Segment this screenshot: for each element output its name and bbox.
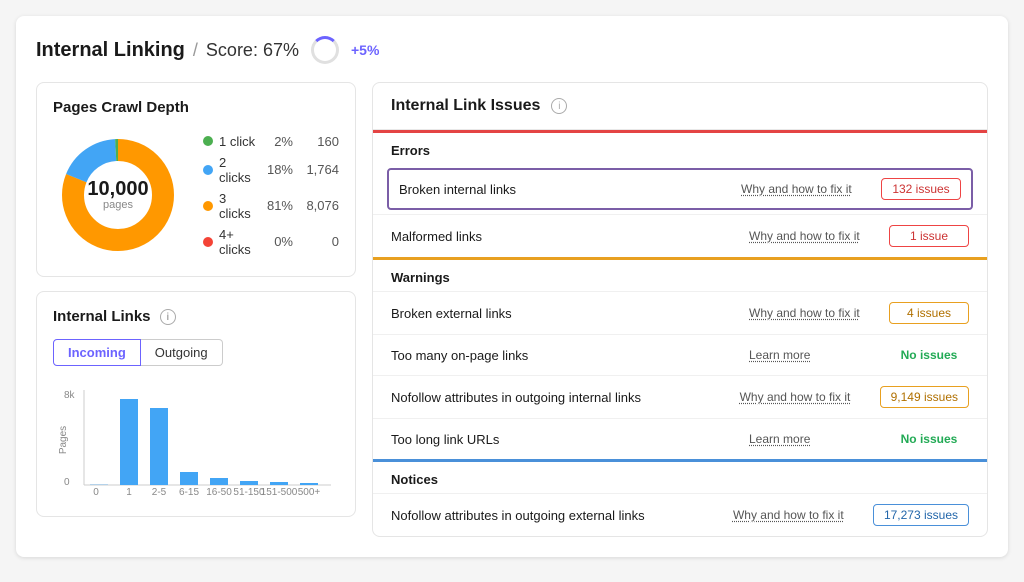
issues-header: Internal Link Issues i bbox=[373, 83, 987, 130]
crawl-depth-title: Pages Crawl Depth bbox=[53, 99, 339, 116]
donut-legend: 1 click 2% 160 2 clicks 18% 1,764 3 clic… bbox=[203, 134, 339, 257]
broken-internal-links-badge: 132 issues bbox=[881, 178, 961, 200]
malformed-links-name: Malformed links bbox=[391, 229, 739, 244]
legend-pct: 2% bbox=[263, 134, 293, 149]
too-many-links-row[interactable]: Too many on-page links Learn more No iss… bbox=[373, 334, 987, 375]
too-long-urls-row[interactable]: Too long link URLs Learn more No issues bbox=[373, 418, 987, 459]
legend-item: 2 clicks 18% 1,764 bbox=[203, 155, 339, 185]
svg-text:500+: 500+ bbox=[298, 487, 321, 498]
broken-external-links-link[interactable]: Why and how to fix it bbox=[749, 306, 879, 320]
notices-label: Notices bbox=[373, 462, 987, 493]
issues-info-icon: i bbox=[551, 98, 567, 114]
legend-pct: 18% bbox=[263, 162, 293, 177]
legend-dot bbox=[203, 237, 213, 247]
broken-internal-links-link[interactable]: Why and how to fix it bbox=[741, 182, 871, 196]
broken-internal-links-name: Broken internal links bbox=[399, 182, 731, 197]
internal-links-title: Internal Links i bbox=[53, 308, 339, 325]
nofollow-external-link[interactable]: Why and how to fix it bbox=[733, 508, 863, 522]
legend-pct: 81% bbox=[263, 198, 293, 213]
svg-text:8k: 8k bbox=[64, 390, 76, 401]
bar-chart-svg: 8k 0 bbox=[53, 380, 339, 500]
donut-total: 10,000 bbox=[87, 179, 148, 199]
legend-item: 3 clicks 81% 8,076 bbox=[203, 191, 339, 221]
svg-text:2-5: 2-5 bbox=[152, 487, 167, 498]
errors-label: Errors bbox=[373, 133, 987, 164]
legend-label: 2 clicks bbox=[219, 155, 257, 185]
tabs: Incoming Outgoing bbox=[53, 339, 339, 366]
tab-incoming[interactable]: Incoming bbox=[53, 339, 141, 366]
legend-dot bbox=[203, 201, 213, 211]
broken-internal-links-row[interactable]: Broken internal links Why and how to fix… bbox=[387, 168, 973, 210]
score-delta: +5% bbox=[351, 42, 379, 58]
svg-text:0: 0 bbox=[93, 487, 99, 498]
donut-label: pages bbox=[87, 199, 148, 211]
score-circle-icon bbox=[311, 36, 339, 64]
issues-panel: Internal Link Issues i Errors Broken int… bbox=[372, 82, 988, 537]
svg-text:Pages: Pages bbox=[58, 426, 69, 454]
too-many-links-link[interactable]: Learn more bbox=[749, 348, 879, 362]
warnings-label: Warnings bbox=[373, 260, 987, 291]
svg-text:0: 0 bbox=[64, 477, 70, 488]
donut-section: 10,000 pages 1 click 2% 160 2 clicks 18%… bbox=[53, 130, 339, 260]
issues-card: Internal Link Issues i Errors Broken int… bbox=[372, 82, 988, 537]
donut-chart: 10,000 pages bbox=[53, 130, 183, 260]
legend-count: 0 bbox=[299, 234, 339, 249]
internal-links-card: Internal Links i Incoming Outgoing 8k 0 bbox=[36, 291, 356, 517]
too-many-links-badge: No issues bbox=[889, 345, 969, 365]
score-label: Score: 67% bbox=[206, 40, 299, 61]
nofollow-external-badge: 17,273 issues bbox=[873, 504, 969, 526]
donut-center: 10,000 pages bbox=[87, 179, 148, 211]
broken-external-links-name: Broken external links bbox=[391, 306, 739, 321]
bar-chart: 8k 0 bbox=[53, 380, 339, 500]
legend-pct: 0% bbox=[263, 234, 293, 249]
nofollow-outgoing-name: Nofollow attributes in outgoing internal… bbox=[391, 390, 730, 405]
info-icon: i bbox=[160, 309, 176, 325]
too-many-links-name: Too many on-page links bbox=[391, 348, 739, 363]
legend-dot bbox=[203, 165, 213, 175]
too-long-urls-link[interactable]: Learn more bbox=[749, 432, 879, 446]
nofollow-outgoing-row[interactable]: Nofollow attributes in outgoing internal… bbox=[373, 375, 987, 418]
legend-count: 8,076 bbox=[299, 198, 339, 213]
legend-item: 4+ clicks 0% 0 bbox=[203, 227, 339, 257]
crawl-depth-card: Pages Crawl Depth bbox=[36, 82, 356, 277]
page-title: Internal Linking bbox=[36, 39, 185, 62]
nofollow-outgoing-link[interactable]: Why and how to fix it bbox=[740, 390, 870, 404]
too-long-urls-name: Too long link URLs bbox=[391, 432, 739, 447]
nofollow-external-row[interactable]: Nofollow attributes in outgoing external… bbox=[373, 493, 987, 536]
tab-outgoing[interactable]: Outgoing bbox=[141, 339, 223, 366]
legend-dot bbox=[203, 136, 213, 146]
legend-label: 3 clicks bbox=[219, 191, 257, 221]
nofollow-outgoing-badge: 9,149 issues bbox=[880, 386, 969, 408]
legend-count: 1,764 bbox=[299, 162, 339, 177]
svg-text:6-15: 6-15 bbox=[179, 487, 199, 498]
legend-item: 1 click 2% 160 bbox=[203, 134, 339, 149]
svg-text:16-50: 16-50 bbox=[206, 487, 232, 498]
nofollow-external-name: Nofollow attributes in outgoing external… bbox=[391, 508, 723, 523]
legend-label: 4+ clicks bbox=[219, 227, 257, 257]
broken-external-links-row[interactable]: Broken external links Why and how to fix… bbox=[373, 291, 987, 334]
broken-external-links-badge: 4 issues bbox=[889, 302, 969, 324]
svg-text:1: 1 bbox=[126, 487, 132, 498]
malformed-links-row[interactable]: Malformed links Why and how to fix it 1 … bbox=[373, 214, 987, 257]
svg-text:151-500: 151-500 bbox=[261, 487, 298, 498]
malformed-links-badge: 1 issue bbox=[889, 225, 969, 247]
malformed-links-link[interactable]: Why and how to fix it bbox=[749, 229, 879, 243]
too-long-urls-badge: No issues bbox=[889, 429, 969, 449]
issues-title: Internal Link Issues bbox=[391, 97, 540, 115]
separator: / bbox=[193, 40, 198, 61]
legend-count: 160 bbox=[299, 134, 339, 149]
legend-label: 1 click bbox=[219, 134, 257, 149]
